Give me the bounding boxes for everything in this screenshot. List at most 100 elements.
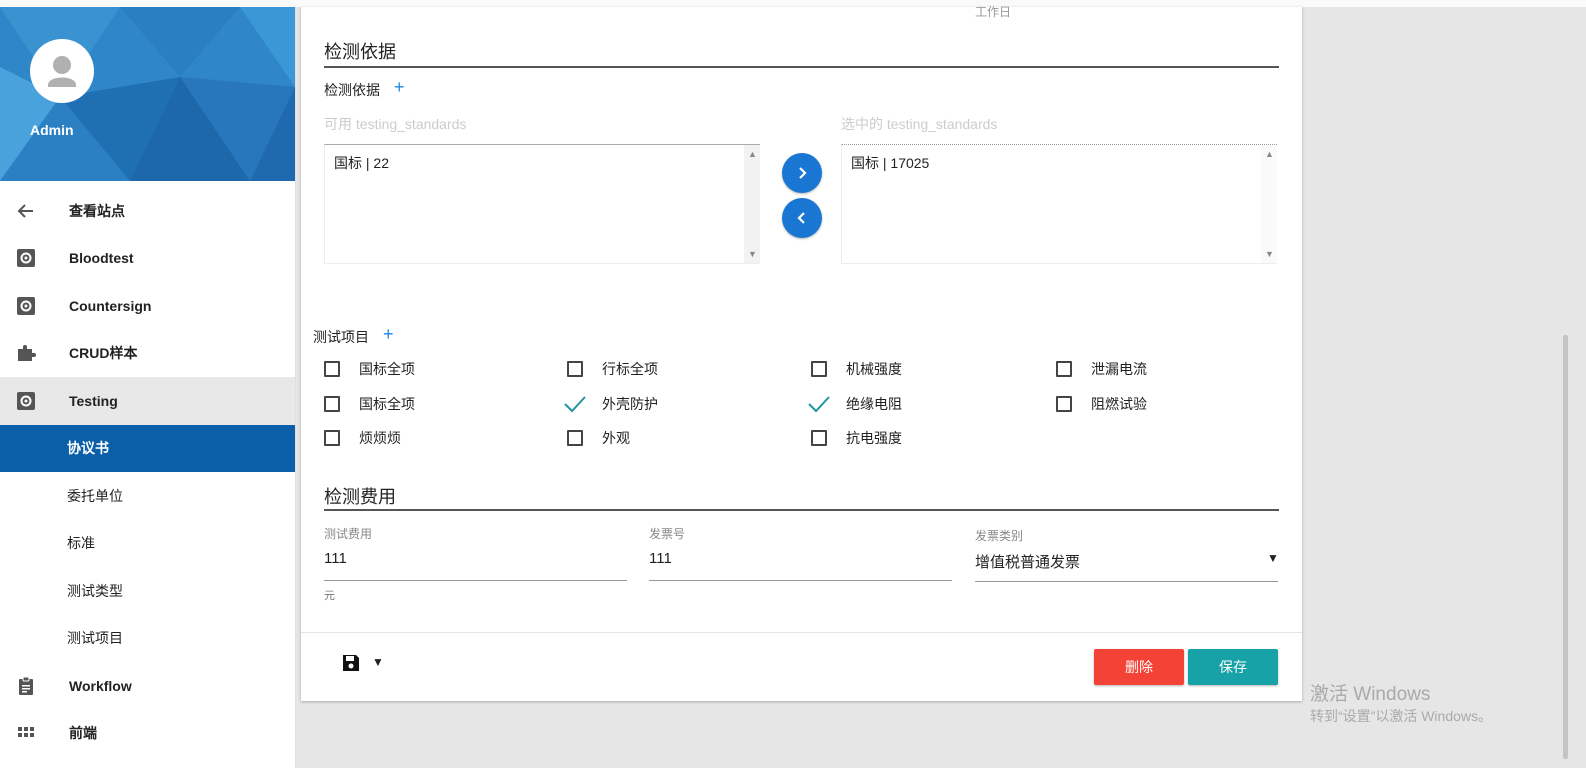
gear-icon — [17, 249, 35, 268]
sidebar-item-workflow[interactable]: Workflow — [0, 662, 295, 710]
invoice-no-label: 发票号 — [649, 527, 686, 541]
checkbox-box — [567, 430, 583, 446]
move-left-button[interactable] — [782, 198, 822, 238]
section-divider — [324, 509, 1279, 511]
sidebar-item-label: 委托单位 — [67, 487, 123, 504]
fee-underline — [324, 580, 627, 581]
list-option[interactable]: 国标 | 22 — [334, 153, 389, 173]
invoice-type-underline — [975, 581, 1278, 582]
sidebar-item-label: 测试类型 — [67, 582, 123, 599]
test-item-checkbox[interactable]: 烦烦烦 — [324, 429, 401, 447]
browser-top-strip — [0, 0, 1586, 7]
arrow-left-icon — [17, 204, 33, 218]
scroll-up-icon[interactable]: ▲ — [748, 149, 757, 159]
move-right-button[interactable] — [782, 153, 822, 193]
test-item-label: 抗电强度 — [846, 430, 902, 446]
test-item-label: 外观 — [602, 430, 630, 446]
sidebar-item-standard[interactable]: 标准 — [0, 520, 295, 568]
fee-label: 测试费用 — [324, 527, 373, 541]
test-item-label: 外壳防护 — [602, 396, 658, 412]
grid-icon — [18, 727, 34, 738]
checkbox-box — [811, 361, 827, 377]
sidebar-item-label: Countersign — [69, 297, 152, 314]
test-item-checkbox[interactable]: 泄漏电流 — [1056, 360, 1147, 378]
invoice-no-input[interactable]: 111 — [649, 550, 672, 567]
test-item-checkbox[interactable]: 抗电强度 — [811, 429, 902, 447]
footer-divider — [301, 632, 1302, 633]
sidebar-item-label: CRUD样本 — [69, 345, 138, 362]
selected-standards-list[interactable]: 国标 | 17025 ▲ ▼ — [841, 144, 1277, 264]
sidebar-item-label: Workflow — [69, 677, 132, 694]
basis-field-label: 检测依据 — [324, 82, 380, 98]
test-item-checkbox[interactable]: 行标全项 — [567, 360, 658, 378]
fee-input[interactable]: 111 — [324, 550, 347, 567]
fee-unit: 元 — [324, 590, 335, 602]
checkbox-box — [324, 361, 340, 377]
sidebar-item-agreement[interactable]: 协议书 — [0, 424, 295, 472]
avatar[interactable] — [30, 39, 94, 103]
section-title-fee: 检测费用 — [324, 487, 396, 507]
test-item-checkbox[interactable]: 国标全项 — [324, 360, 415, 378]
section-title-basis: 检测依据 — [324, 42, 396, 62]
sidebar-item-label: 标准 — [67, 535, 95, 552]
sidebar-item-test-type[interactable]: 测试类型 — [0, 567, 295, 615]
sidebar-item-crud[interactable]: CRUD样本 — [0, 330, 295, 378]
test-item-label: 国标全项 — [359, 396, 415, 412]
section-divider — [324, 66, 1279, 68]
add-test-item-button[interactable]: + — [383, 325, 394, 343]
sidebar-item-label: 测试项目 — [67, 630, 123, 647]
invoice-type-select[interactable]: 增值税普通发票 — [975, 551, 1080, 572]
test-item-checkbox[interactable]: 阻燃试验 — [1056, 395, 1147, 413]
scroll-down-icon[interactable]: ▼ — [748, 249, 757, 259]
sidebar-item-bloodtest[interactable]: Bloodtest — [0, 235, 295, 283]
delete-button[interactable]: 删除 — [1094, 649, 1184, 685]
checkbox-box — [1056, 361, 1072, 377]
chevron-down-icon[interactable]: ▼ — [372, 655, 384, 669]
test-item-checkbox[interactable]: 绝缘电阻 — [808, 395, 902, 413]
dropdown-arrow-icon[interactable]: ▼ — [1267, 551, 1279, 565]
windows-watermark-title: 激活 Windows — [1310, 684, 1431, 705]
sidebar-header: Admin — [0, 7, 295, 181]
checkbox-box — [324, 396, 340, 412]
test-item-checkbox[interactable]: 国标全项 — [324, 395, 415, 413]
test-item-checkbox[interactable]: 外观 — [567, 429, 630, 447]
sidebar-item-testing[interactable]: Testing — [0, 377, 295, 425]
sidebar-item-frontend[interactable]: 前端 — [0, 710, 295, 758]
user-icon — [48, 56, 76, 87]
sidebar-item-label: 查看站点 — [69, 202, 125, 219]
test-item-label: 行标全项 — [602, 361, 658, 377]
scrollbar[interactable]: ▲ ▼ — [1261, 145, 1277, 263]
username: Admin — [30, 122, 74, 138]
floppy-disk-icon[interactable] — [341, 653, 361, 673]
puzzle-icon — [18, 345, 36, 362]
checkmark-icon — [564, 396, 586, 413]
available-standards-list[interactable]: 国标 | 22 ▲ ▼ — [324, 144, 760, 264]
save-button[interactable]: 保存 — [1188, 649, 1278, 685]
scrollbar[interactable]: ▲ ▼ — [744, 145, 760, 263]
sidebar-item-test-item[interactable]: 测试项目 — [0, 615, 295, 663]
sidebar-item-label: 协议书 — [67, 440, 109, 457]
add-basis-button[interactable]: + — [394, 78, 405, 96]
test-items-label: 测试项目 — [313, 329, 369, 345]
main-panel: 工作日 检测依据 检测依据 + 可用 testing_standards 选中的… — [301, 5, 1302, 701]
list-option[interactable]: 国标 | 17025 — [851, 153, 929, 173]
sidebar-item-view-site[interactable]: 查看站点 — [0, 187, 295, 235]
test-item-checkbox[interactable]: 机械强度 — [811, 360, 902, 378]
test-item-label: 绝缘电阻 — [846, 396, 902, 412]
scroll-down-icon[interactable]: ▼ — [1265, 249, 1274, 259]
checkbox-box — [567, 361, 583, 377]
clipboard-icon — [19, 676, 33, 695]
invoice-type-label: 发票类别 — [975, 529, 1024, 543]
sidebar: Admin 查看站点 Bloodtest Countersign CRUD样本 … — [0, 7, 296, 768]
sidebar-item-label: 前端 — [69, 725, 97, 742]
sidebar-item-client-unit[interactable]: 委托单位 — [0, 472, 295, 520]
test-item-label: 国标全项 — [359, 361, 415, 377]
gear-icon — [17, 296, 35, 315]
test-item-checkbox[interactable]: 外壳防护 — [564, 395, 658, 413]
chevron-right-icon — [799, 167, 807, 179]
sidebar-item-countersign[interactable]: Countersign — [0, 282, 295, 330]
cut-off-label: 工作日 — [975, 5, 1012, 19]
page-scrollbar[interactable] — [1563, 335, 1568, 759]
windows-watermark-text: 转到“设置”以激活 Windows。 — [1310, 708, 1493, 724]
scroll-up-icon[interactable]: ▲ — [1265, 149, 1274, 159]
